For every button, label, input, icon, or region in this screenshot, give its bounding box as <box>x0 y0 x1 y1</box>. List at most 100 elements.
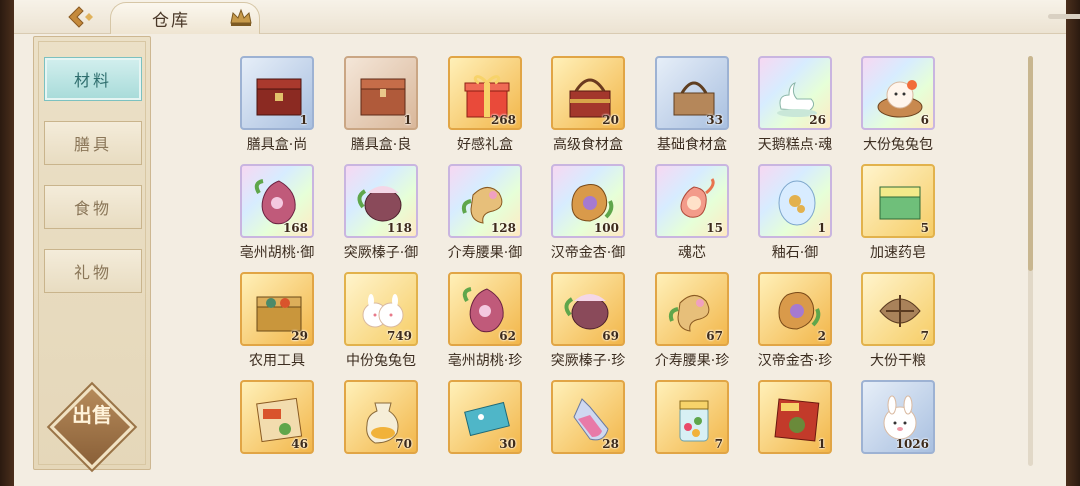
item-slot: 1 <box>758 164 832 238</box>
inventory-item[interactable]: 118 突厥榛子·御 <box>344 164 418 276</box>
item-count: 6 <box>920 113 929 127</box>
item-count: 67 <box>706 329 723 343</box>
item-count: 20 <box>602 113 619 127</box>
item-count: 1 <box>817 221 826 235</box>
item-count: 268 <box>490 113 516 127</box>
inventory-item[interactable]: 7 大份干粮 <box>861 272 935 384</box>
frame-right <box>1066 0 1080 486</box>
back-button[interactable] <box>52 2 106 32</box>
item-slot: 29 <box>240 272 314 346</box>
item-count: 62 <box>499 329 516 343</box>
item-name: 魂芯 <box>678 245 706 261</box>
item-name: 膳具盒·良 <box>350 137 412 153</box>
item-count: 15 <box>706 221 723 235</box>
item-count: 1 <box>817 437 826 451</box>
inventory-item[interactable]: 29 农用工具 <box>240 272 314 384</box>
inventory-item[interactable]: 62 亳州胡桃·珍 <box>448 272 522 384</box>
item-count: 1 <box>299 113 308 127</box>
inventory-item[interactable]: 33 基础食材盒 <box>655 56 729 168</box>
item-slot: 268 <box>448 56 522 130</box>
sell-label: 出售 <box>72 403 112 427</box>
item-count: 30 <box>499 437 516 451</box>
inventory-item[interactable]: 20 高级食材盒 <box>551 56 625 168</box>
item-slot: 20 <box>551 56 625 130</box>
crown-emblem-icon <box>230 8 252 26</box>
inventory-item[interactable]: 268 好感礼盒 <box>448 56 522 168</box>
item-slot: 5 <box>861 164 935 238</box>
item-count: 28 <box>602 437 619 451</box>
inventory-item[interactable]: 7 <box>655 380 729 486</box>
item-count: 128 <box>490 221 516 235</box>
inventory-item[interactable]: 6 大份兔兔包 <box>861 56 935 168</box>
sell-button[interactable]: 出售 <box>49 384 135 470</box>
tab-label: 礼物 <box>73 263 112 282</box>
item-name: 好感礼盒 <box>457 137 513 153</box>
item-slot: 7 <box>861 272 935 346</box>
tab-food[interactable]: 食物 <box>44 185 142 229</box>
item-slot: 1 <box>240 56 314 130</box>
item-count: 69 <box>602 329 619 343</box>
item-count: 1 <box>403 113 412 127</box>
frame-left <box>0 0 14 486</box>
inventory-item[interactable]: 1 釉石·御 <box>758 164 832 276</box>
item-name: 介寿腰果·珍 <box>654 353 730 369</box>
item-slot: 128 <box>448 164 522 238</box>
inventory-item[interactable]: 1026 <box>861 380 935 486</box>
item-count: 29 <box>291 329 308 343</box>
tab-label: 膳具 <box>73 135 112 154</box>
inventory-item[interactable]: 100 汉帝金杏·御 <box>551 164 625 276</box>
item-name: 汉帝金杏·御 <box>550 245 626 261</box>
item-count: 7 <box>920 329 929 343</box>
item-slot: 749 <box>344 272 418 346</box>
inventory-item[interactable]: 70 <box>344 380 418 486</box>
item-name: 天鹅糕点·魂 <box>757 137 833 153</box>
inventory-item[interactable]: 2 汉帝金杏·珍 <box>758 272 832 384</box>
inventory-item[interactable]: 5 加速药皂 <box>861 164 935 276</box>
item-name: 大份干粮 <box>870 353 926 369</box>
item-count: 46 <box>291 437 308 451</box>
tab-label: 材料 <box>73 71 112 90</box>
inventory-item[interactable]: 1 <box>758 380 832 486</box>
top-bar: 仓库 <box>14 0 1080 34</box>
item-slot: 118 <box>344 164 418 238</box>
item-slot: 33 <box>655 56 729 130</box>
inventory-item[interactable]: 128 介寿腰果·御 <box>448 164 522 276</box>
inventory-item[interactable]: 1 膳具盒·尚 <box>240 56 314 168</box>
item-slot: 26 <box>758 56 832 130</box>
tab-materials[interactable]: 材料 <box>44 57 142 101</box>
inventory-item[interactable]: 67 介寿腰果·珍 <box>655 272 729 384</box>
scrollbar-thumb[interactable] <box>1028 56 1033 271</box>
inventory-item[interactable]: 46 <box>240 380 314 486</box>
inventory-item[interactable]: 30 <box>448 380 522 486</box>
item-slot: 62 <box>448 272 522 346</box>
category-sidebar: 材料 膳具 食物 礼物 出售 <box>33 36 151 470</box>
item-slot: 168 <box>240 164 314 238</box>
item-count: 7 <box>714 437 723 451</box>
item-slot: 69 <box>551 272 625 346</box>
item-slot: 1026 <box>861 380 935 454</box>
item-name: 高级食材盒 <box>553 137 623 153</box>
item-name: 突厥榛子·御 <box>343 245 419 261</box>
item-count: 33 <box>706 113 723 127</box>
inventory-item[interactable]: 28 <box>551 380 625 486</box>
minimize-handle[interactable] <box>1048 14 1080 19</box>
item-slot: 67 <box>655 272 729 346</box>
tab-utensils[interactable]: 膳具 <box>44 121 142 165</box>
item-name: 大份兔兔包 <box>863 137 933 153</box>
inventory-item[interactable]: 1 膳具盒·良 <box>344 56 418 168</box>
item-count: 26 <box>809 113 826 127</box>
item-slot: 70 <box>344 380 418 454</box>
inventory-item[interactable]: 69 突厥榛子·珍 <box>551 272 625 384</box>
inventory-item[interactable]: 26 天鹅糕点·魂 <box>758 56 832 168</box>
item-count: 100 <box>593 221 619 235</box>
item-slot: 100 <box>551 164 625 238</box>
inventory-item[interactable]: 749 中份兔兔包 <box>344 272 418 384</box>
inventory-item[interactable]: 15 魂芯 <box>655 164 729 276</box>
item-count: 5 <box>920 221 929 235</box>
item-slot: 30 <box>448 380 522 454</box>
tab-gifts[interactable]: 礼物 <box>44 249 142 293</box>
inventory-item[interactable]: 168 亳州胡桃·御 <box>240 164 314 276</box>
item-slot: 28 <box>551 380 625 454</box>
item-slot: 1 <box>344 56 418 130</box>
item-name: 釉石·御 <box>771 245 819 261</box>
